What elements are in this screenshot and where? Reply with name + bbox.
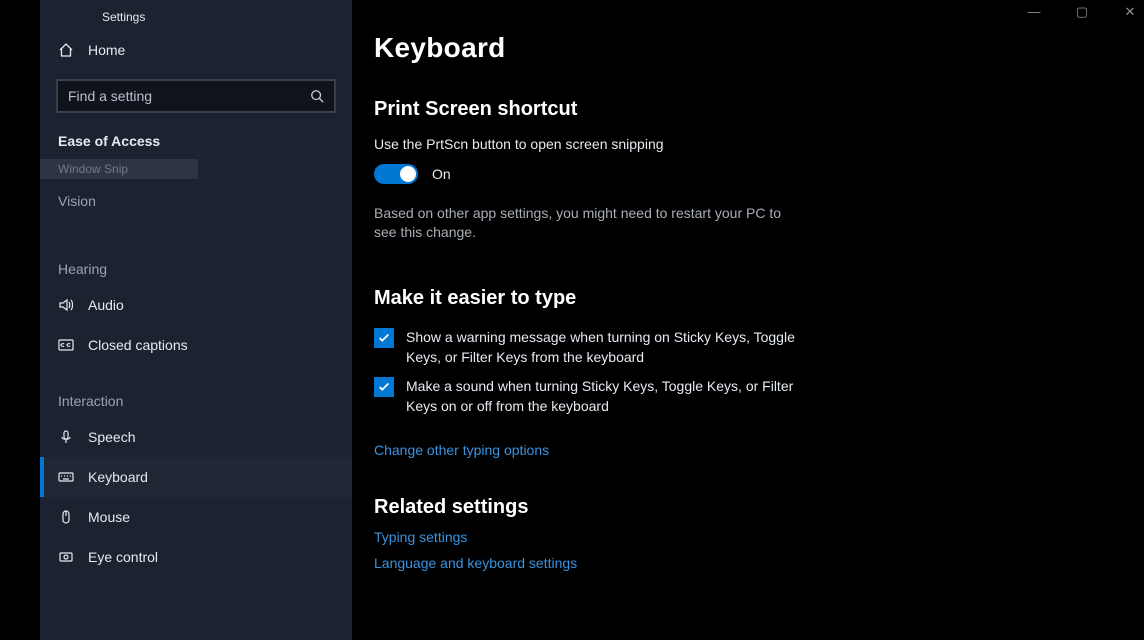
minimize-button[interactable]: — — [1024, 4, 1044, 20]
section-print-heading: Print Screen shortcut — [374, 98, 1118, 121]
window-title: Settings — [40, 6, 352, 24]
section-related-heading: Related settings — [374, 496, 1118, 519]
sidebar-item-audio[interactable]: Audio — [40, 285, 352, 325]
search-box[interactable] — [56, 79, 336, 113]
change-typing-link[interactable]: Change other typing options — [374, 442, 549, 458]
window-snip-label: Window Snip — [40, 159, 198, 179]
section-type-heading: Make it easier to type — [374, 287, 1118, 310]
check-warning-label: Show a warning message when turning on S… — [406, 328, 804, 367]
check-warning[interactable] — [374, 328, 394, 348]
sidebar-item-label: Keyboard — [88, 469, 148, 485]
sidebar-item-speech[interactable]: Speech — [40, 417, 352, 457]
group-header-hearing: Hearing — [40, 217, 352, 285]
sidebar-item-label: Closed captions — [88, 337, 188, 353]
sidebar-item-closed-captions[interactable]: Closed captions — [40, 325, 352, 365]
keyboard-icon — [58, 469, 74, 485]
language-keyboard-link[interactable]: Language and keyboard settings — [374, 555, 1118, 571]
search-icon — [310, 89, 324, 103]
prtscn-toggle[interactable] — [374, 164, 418, 184]
group-header-vision: Vision — [40, 179, 352, 217]
speaker-icon — [58, 297, 74, 313]
eye-icon — [58, 549, 74, 565]
sidebar-item-label: Eye control — [88, 549, 158, 565]
close-button[interactable]: ✕ — [1120, 4, 1140, 20]
category-header: Ease of Access — [40, 113, 352, 159]
sidebar-item-label: Speech — [88, 429, 135, 445]
mic-icon — [58, 429, 74, 445]
home-nav[interactable]: Home — [40, 24, 352, 76]
sidebar: Settings Home Ease of Access Window Snip… — [40, 0, 352, 640]
sidebar-item-keyboard[interactable]: Keyboard — [40, 457, 352, 497]
restart-note: Based on other app settings, you might n… — [374, 204, 804, 243]
search-input[interactable] — [68, 88, 310, 104]
maximize-button[interactable]: ▢ — [1072, 4, 1092, 20]
check-sound[interactable] — [374, 377, 394, 397]
prtscn-desc: Use the PrtScn button to open screen sni… — [374, 135, 794, 154]
mouse-icon — [58, 509, 74, 525]
home-label: Home — [88, 42, 125, 58]
cc-icon — [58, 337, 74, 353]
main-content: — ▢ ✕ Keyboard Print Screen shortcut Use… — [352, 0, 1144, 640]
typing-settings-link[interactable]: Typing settings — [374, 529, 1118, 545]
home-icon — [58, 42, 74, 58]
page-title: Keyboard — [374, 32, 1118, 64]
toggle-state-label: On — [432, 166, 451, 182]
group-header-interaction: Interaction — [40, 365, 352, 417]
sidebar-item-eye-control[interactable]: Eye control — [40, 537, 352, 577]
check-sound-label: Make a sound when turning Sticky Keys, T… — [406, 377, 804, 416]
sidebar-item-label: Audio — [88, 297, 124, 313]
sidebar-item-label: Mouse — [88, 509, 130, 525]
sidebar-item-mouse[interactable]: Mouse — [40, 497, 352, 537]
